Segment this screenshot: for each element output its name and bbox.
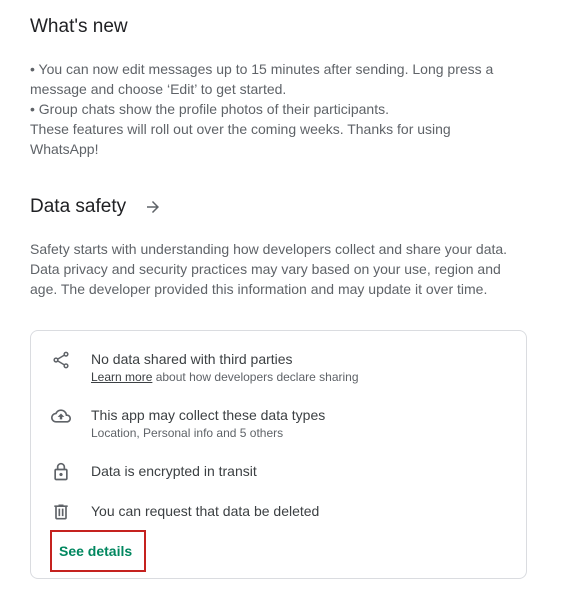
data-safety-description-line: age. The developer provided this informa… <box>30 281 488 297</box>
data-safety-card: No data shared with third parties Learn … <box>30 330 527 579</box>
data-safety-item-deletion: You can request that data be deleted <box>51 502 319 522</box>
learn-more-rest-text: about how developers declare sharing <box>152 370 359 384</box>
arrow-right-icon[interactable] <box>144 198 162 216</box>
data-safety-item-primary: Data is encrypted in transit <box>91 463 257 479</box>
whats-new-body: • You can now edit messages up to 15 min… <box>30 59 540 159</box>
cloud-upload-icon <box>51 409 71 423</box>
whats-new-line: • Group chats show the profile photos of… <box>30 101 389 117</box>
share-icon <box>53 351 69 369</box>
whats-new-line: These features will roll out over the co… <box>30 121 451 137</box>
data-safety-item-primary: You can request that data be deleted <box>91 503 320 519</box>
data-safety-description-line: Data privacy and security practices may … <box>30 261 501 277</box>
data-safety-item-secondary: Location, Personal info and 5 others <box>91 426 284 440</box>
data-safety-item-sharing: No data shared with third parties Learn … <box>51 350 359 386</box>
data-safety-item-encryption: Data is encrypted in transit <box>51 462 257 482</box>
trash-icon <box>54 504 68 520</box>
whats-new-line: message and choose ‘Edit’ to get started… <box>30 81 287 97</box>
lock-icon <box>54 462 68 481</box>
whats-new-title: What's new <box>30 16 128 37</box>
data-safety-item-collection: This app may collect these data types Lo… <box>51 406 325 442</box>
data-safety-title: Data safety <box>30 196 127 217</box>
learn-more-link[interactable]: Learn more <box>91 370 152 384</box>
whats-new-line: • You can now edit messages up to 15 min… <box>30 61 494 77</box>
data-safety-item-primary: This app may collect these data types <box>91 407 326 423</box>
data-safety-item-secondary: Learn more about how developers declare … <box>91 368 359 386</box>
data-safety-description: Safety starts with understanding how dev… <box>30 239 540 299</box>
data-safety-header-link[interactable]: Data safety <box>30 196 162 218</box>
see-details-button[interactable]: See details <box>59 543 132 559</box>
data-safety-description-line: Safety starts with understanding how dev… <box>30 241 508 257</box>
data-safety-item-primary: No data shared with third parties <box>91 351 293 367</box>
whats-new-line: WhatsApp! <box>30 141 99 157</box>
